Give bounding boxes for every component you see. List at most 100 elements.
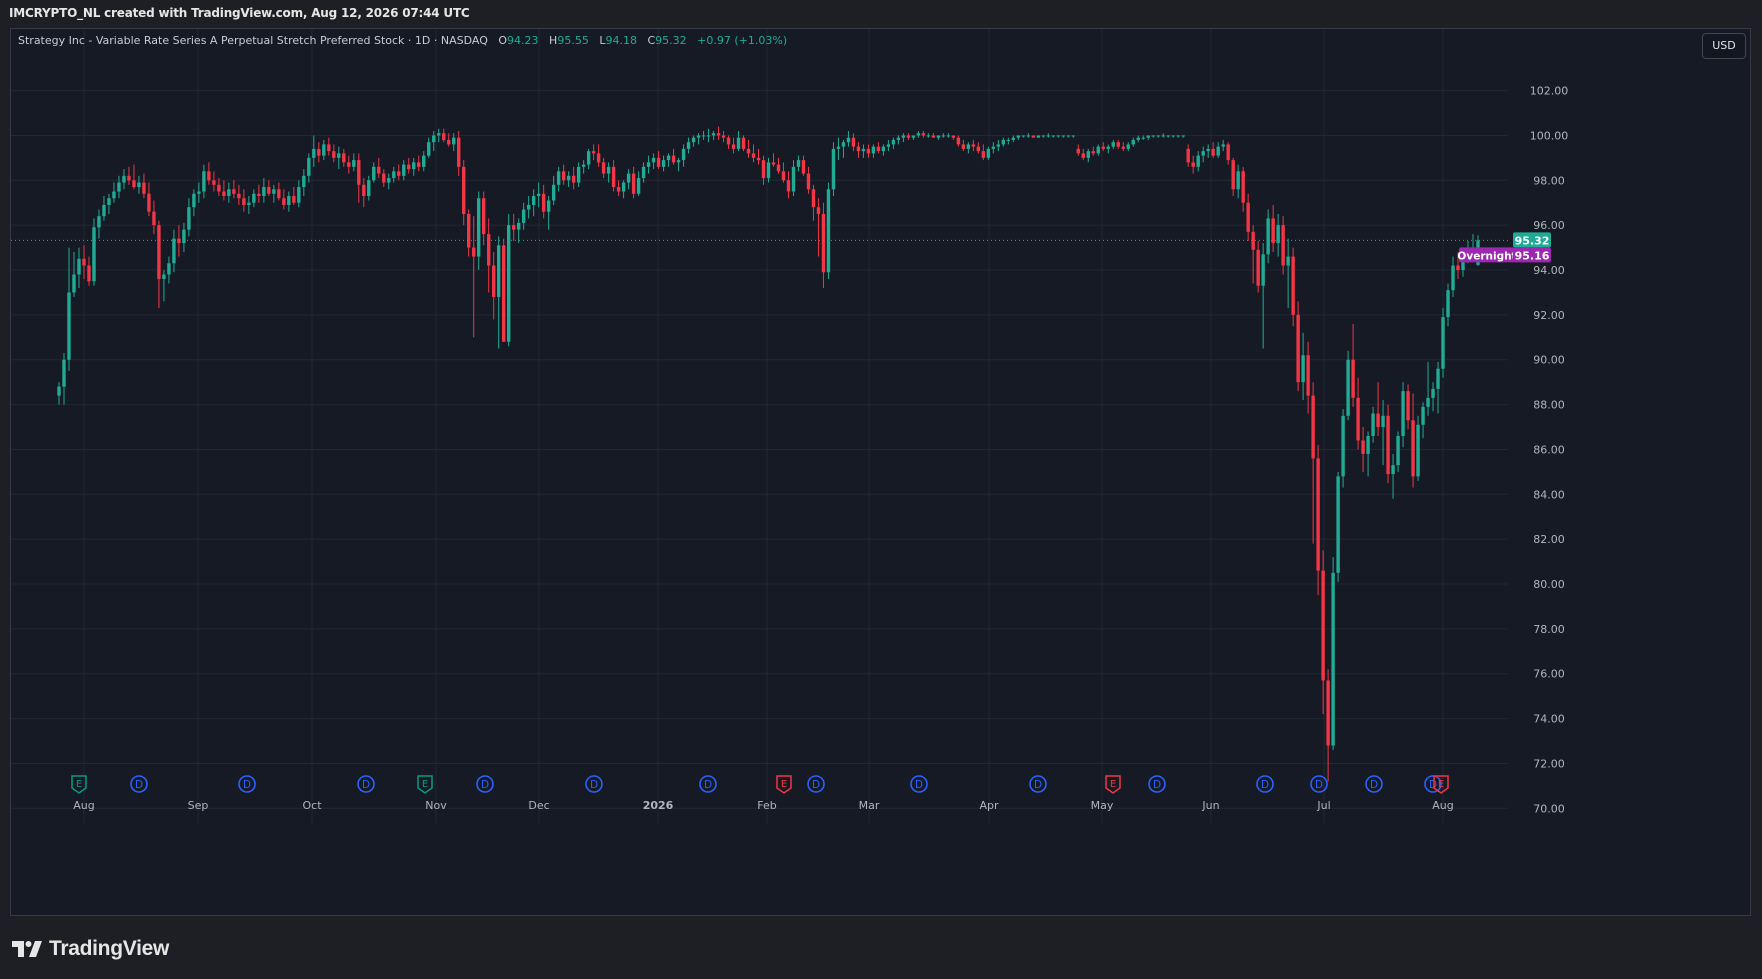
candle-body[interactable] [352, 160, 356, 167]
candle-body[interactable] [187, 207, 191, 230]
candle-body[interactable] [1456, 265, 1460, 271]
candle-body[interactable] [1401, 391, 1405, 436]
candle-body[interactable] [222, 191, 226, 196]
candle-body[interactable] [1266, 218, 1270, 255]
candle-body[interactable] [192, 193, 196, 208]
candle-body[interactable] [477, 198, 481, 257]
candle-body[interactable] [67, 292, 71, 360]
candle-body[interactable] [856, 146, 861, 152]
candle-body[interactable] [152, 211, 156, 226]
candle-body[interactable] [257, 193, 261, 196]
candle-body[interactable] [1381, 415, 1385, 428]
candle-body[interactable] [581, 164, 586, 167]
candle-body[interactable] [102, 204, 106, 217]
candle-body[interactable] [591, 151, 596, 154]
candle-body[interactable] [1116, 142, 1120, 147]
candle-body[interactable] [427, 142, 431, 156]
candle-body[interactable] [836, 146, 841, 149]
candle-body[interactable] [332, 151, 336, 158]
candle-body[interactable] [1416, 424, 1420, 477]
candle-body[interactable] [92, 227, 96, 282]
candle-body[interactable] [636, 178, 641, 194]
candle-body[interactable] [506, 225, 511, 342]
candle-body[interactable] [1146, 135, 1150, 138]
candle-body[interactable] [1166, 135, 1170, 137]
candle-body[interactable] [232, 189, 236, 194]
candle-body[interactable] [207, 171, 211, 181]
candle-body[interactable] [1111, 142, 1115, 147]
candle-body[interactable] [781, 171, 786, 181]
candle-body[interactable] [1231, 160, 1235, 190]
candle-body[interactable] [486, 234, 491, 266]
candle-body[interactable] [452, 137, 456, 145]
candle-body[interactable] [631, 173, 636, 194]
candle-body[interactable] [526, 204, 531, 210]
candle-body[interactable] [457, 137, 461, 167]
candle-body[interactable] [646, 162, 651, 167]
candle-body[interactable] [676, 160, 681, 163]
candle-body[interactable] [472, 247, 476, 257]
candle-body[interactable] [1051, 135, 1055, 137]
candle-body[interactable] [691, 137, 696, 143]
candle-body[interactable] [511, 225, 516, 230]
candle-body[interactable] [606, 166, 611, 174]
candle-body[interactable] [1321, 570, 1325, 681]
candle-body[interactable] [1346, 359, 1350, 416]
candle-body[interactable] [1151, 135, 1155, 137]
candle-body[interactable] [282, 198, 286, 205]
candle-body[interactable] [177, 238, 181, 244]
candle-body[interactable] [651, 157, 656, 163]
candle-body[interactable] [701, 135, 706, 137]
candle-body[interactable] [1451, 265, 1455, 291]
candle-body[interactable] [107, 198, 111, 205]
candle-body[interactable] [531, 196, 536, 205]
candle-body[interactable] [756, 157, 761, 161]
candle-body[interactable] [731, 144, 736, 149]
candle-body[interactable] [746, 148, 751, 154]
candle-body[interactable] [1131, 139, 1135, 145]
candle-body[interactable] [971, 144, 976, 147]
candle-body[interactable] [1426, 397, 1430, 407]
candle-body[interactable] [966, 144, 971, 149]
candle-body[interactable] [157, 225, 161, 279]
candle-body[interactable] [1391, 465, 1395, 475]
candle-body[interactable] [1331, 572, 1335, 746]
candle-body[interactable] [272, 189, 276, 194]
candle-body[interactable] [132, 180, 136, 188]
candle-body[interactable] [1226, 144, 1230, 161]
candle-body[interactable] [1221, 144, 1225, 147]
candle-body[interactable] [407, 164, 411, 170]
candle-body[interactable] [1136, 137, 1140, 140]
candle-body[interactable] [1171, 135, 1175, 137]
candle-body[interactable] [1176, 135, 1180, 137]
candle-body[interactable] [197, 191, 201, 194]
candle-body[interactable] [167, 263, 171, 275]
candle-body[interactable] [1301, 355, 1305, 383]
candle-body[interactable] [926, 135, 931, 137]
candle-body[interactable] [901, 135, 906, 138]
candle-body[interactable] [621, 182, 626, 192]
candle-body[interactable] [297, 187, 301, 203]
candle-body[interactable] [292, 196, 296, 203]
candle-body[interactable] [277, 189, 281, 199]
candle-body[interactable] [122, 175, 126, 183]
candle-body[interactable] [1181, 135, 1185, 137]
candle-body[interactable] [906, 135, 911, 138]
candle-body[interactable] [467, 213, 471, 248]
chart-panel[interactable]: 102.00 100.00 98.00 96.00 94.00 92.00 90.00 88.… [10, 28, 1751, 916]
candle-body[interactable] [1036, 135, 1041, 138]
candle-body[interactable] [382, 173, 386, 183]
candle-body[interactable] [496, 245, 501, 297]
candle-body[interactable] [1156, 135, 1160, 137]
candle-body[interactable] [751, 153, 756, 158]
candle-body[interactable] [307, 157, 311, 176]
candle-body[interactable] [147, 193, 151, 212]
candle-body[interactable] [916, 133, 921, 136]
candle-body[interactable] [1246, 202, 1250, 232]
candle-body[interactable] [1071, 135, 1075, 137]
candle-body[interactable] [951, 135, 956, 138]
candle-body[interactable] [791, 166, 796, 192]
candle-body[interactable] [601, 162, 606, 174]
candle-body[interactable] [1366, 435, 1370, 454]
candle-body[interactable] [397, 171, 401, 176]
